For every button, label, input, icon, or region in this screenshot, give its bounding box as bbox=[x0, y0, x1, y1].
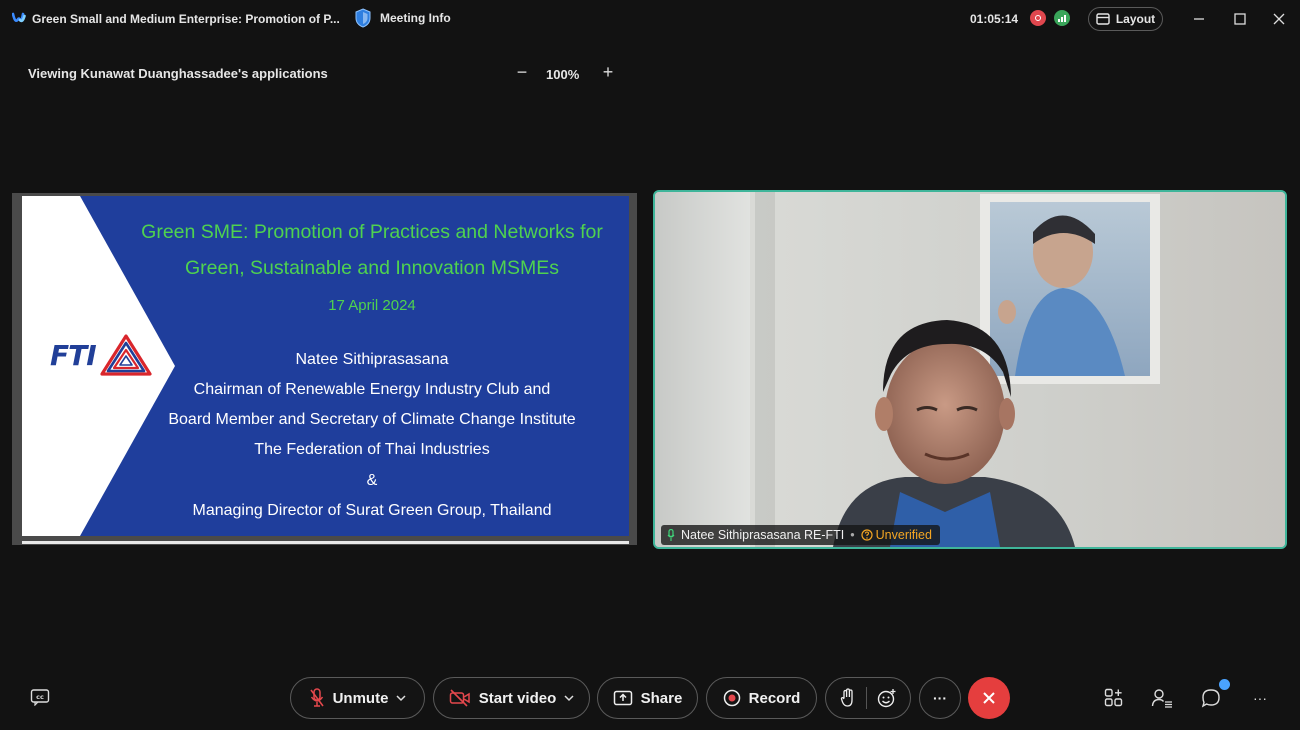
apps-icon bbox=[1104, 688, 1123, 707]
start-video-label: Start video bbox=[478, 689, 557, 707]
close-icon bbox=[1273, 13, 1285, 25]
maximize-button[interactable] bbox=[1229, 8, 1251, 30]
start-video-button[interactable]: Start video bbox=[433, 677, 590, 719]
meeting-info-button[interactable]: Meeting Info bbox=[354, 8, 451, 28]
participant-name-tag: Natee Sithiprasasana RE-FTI • Unverified bbox=[661, 525, 940, 545]
slide-line: The Federation of Thai Industries bbox=[254, 441, 490, 458]
participant-video bbox=[655, 192, 1285, 547]
video-off-icon bbox=[449, 689, 470, 707]
chat-button[interactable] bbox=[1199, 686, 1223, 710]
layout-label: Layout bbox=[1115, 12, 1156, 26]
captions-icon: cc bbox=[30, 689, 50, 707]
chat-notification-badge bbox=[1219, 679, 1230, 690]
raise-hand-icon[interactable] bbox=[840, 688, 856, 708]
more-options-button[interactable]: ··· bbox=[1248, 686, 1272, 710]
unmute-label: Unmute bbox=[332, 689, 389, 707]
chat-icon bbox=[1201, 689, 1220, 708]
more-button[interactable]: ··· bbox=[919, 677, 961, 719]
unmute-button[interactable]: Unmute bbox=[290, 677, 425, 719]
more-icon: ··· bbox=[933, 690, 947, 706]
end-call-button[interactable] bbox=[968, 677, 1010, 719]
layout-icon bbox=[1096, 13, 1110, 25]
record-button[interactable]: Record bbox=[706, 677, 817, 719]
shield-icon bbox=[355, 8, 371, 28]
unverified-badge[interactable]: Unverified bbox=[861, 528, 932, 542]
meeting-title: Green Small and Medium Enterprise: Promo… bbox=[32, 12, 340, 26]
participants-icon bbox=[1151, 689, 1172, 708]
mic-icon bbox=[667, 528, 675, 541]
slide-title-line1: Green SME: Promotion of Practices and Ne… bbox=[141, 221, 603, 243]
svg-text:cc: cc bbox=[36, 693, 44, 701]
presentation-slide: FTI Green SME: Promotion of Practices an… bbox=[22, 196, 629, 536]
participant-name: Natee Sithiprasasana RE-FTI bbox=[681, 528, 845, 542]
zoom-level: 100% bbox=[546, 67, 580, 82]
end-call-icon bbox=[983, 692, 995, 704]
close-window-button[interactable] bbox=[1268, 8, 1290, 30]
slide-line: Board Member and Secretary of Climate Ch… bbox=[168, 411, 576, 428]
zoom-in-button[interactable]: + bbox=[598, 62, 618, 84]
share-button[interactable]: Share bbox=[597, 677, 698, 719]
share-screen-icon bbox=[613, 690, 632, 706]
slide-title-line2: Green, Sustainable and Innovation MSMEs bbox=[185, 257, 559, 279]
share-label: Share bbox=[640, 689, 683, 707]
meeting-info-label: Meeting Info bbox=[380, 11, 451, 25]
mic-muted-icon bbox=[309, 688, 324, 707]
zoom-out-button[interactable]: − bbox=[512, 62, 532, 84]
slide-line: Natee Sithiprasasana bbox=[295, 351, 449, 368]
network-icon[interactable] bbox=[1054, 10, 1070, 26]
slide-line: Chairman of Renewable Energy Industry Cl… bbox=[193, 381, 551, 398]
reactions-icon[interactable] bbox=[877, 688, 897, 708]
slide-line: Managing Director of Surat Green Group, … bbox=[192, 502, 552, 519]
viewing-label: Viewing Kunawat Duanghassadee's applicat… bbox=[28, 66, 328, 81]
maximize-icon bbox=[1234, 13, 1246, 25]
layout-button[interactable]: Layout bbox=[1088, 7, 1163, 31]
apps-button[interactable] bbox=[1102, 686, 1126, 710]
unverified-label: Unverified bbox=[875, 528, 932, 542]
record-indicator-icon[interactable] bbox=[1030, 10, 1046, 26]
slide-date: 17 April 2024 bbox=[328, 297, 416, 314]
slide-bottom-rule bbox=[22, 541, 629, 544]
record-icon bbox=[723, 689, 740, 707]
minimize-icon bbox=[1194, 18, 1204, 20]
minimize-button[interactable] bbox=[1188, 8, 1210, 30]
record-label: Record bbox=[748, 689, 801, 707]
fti-logo-text: FTI bbox=[50, 338, 97, 372]
chevron-down-icon[interactable] bbox=[396, 694, 406, 702]
shared-content[interactable]: FTI Green SME: Promotion of Practices an… bbox=[12, 193, 637, 545]
more-options-icon: ··· bbox=[1253, 690, 1267, 706]
reactions-group bbox=[825, 677, 911, 719]
chevron-down-icon[interactable] bbox=[564, 694, 574, 702]
participants-button[interactable] bbox=[1150, 686, 1174, 710]
meeting-timer: 01:05:14 bbox=[970, 12, 1019, 26]
title-bar: Green Small and Medium Enterprise: Promo… bbox=[0, 0, 1300, 38]
captions-button[interactable]: cc bbox=[30, 688, 50, 707]
webex-logo bbox=[12, 12, 26, 23]
slide-line: & bbox=[366, 472, 378, 489]
info-icon bbox=[861, 529, 873, 541]
participant-video-tile[interactable]: Natee Sithiprasasana RE-FTI • Unverified bbox=[653, 190, 1287, 549]
